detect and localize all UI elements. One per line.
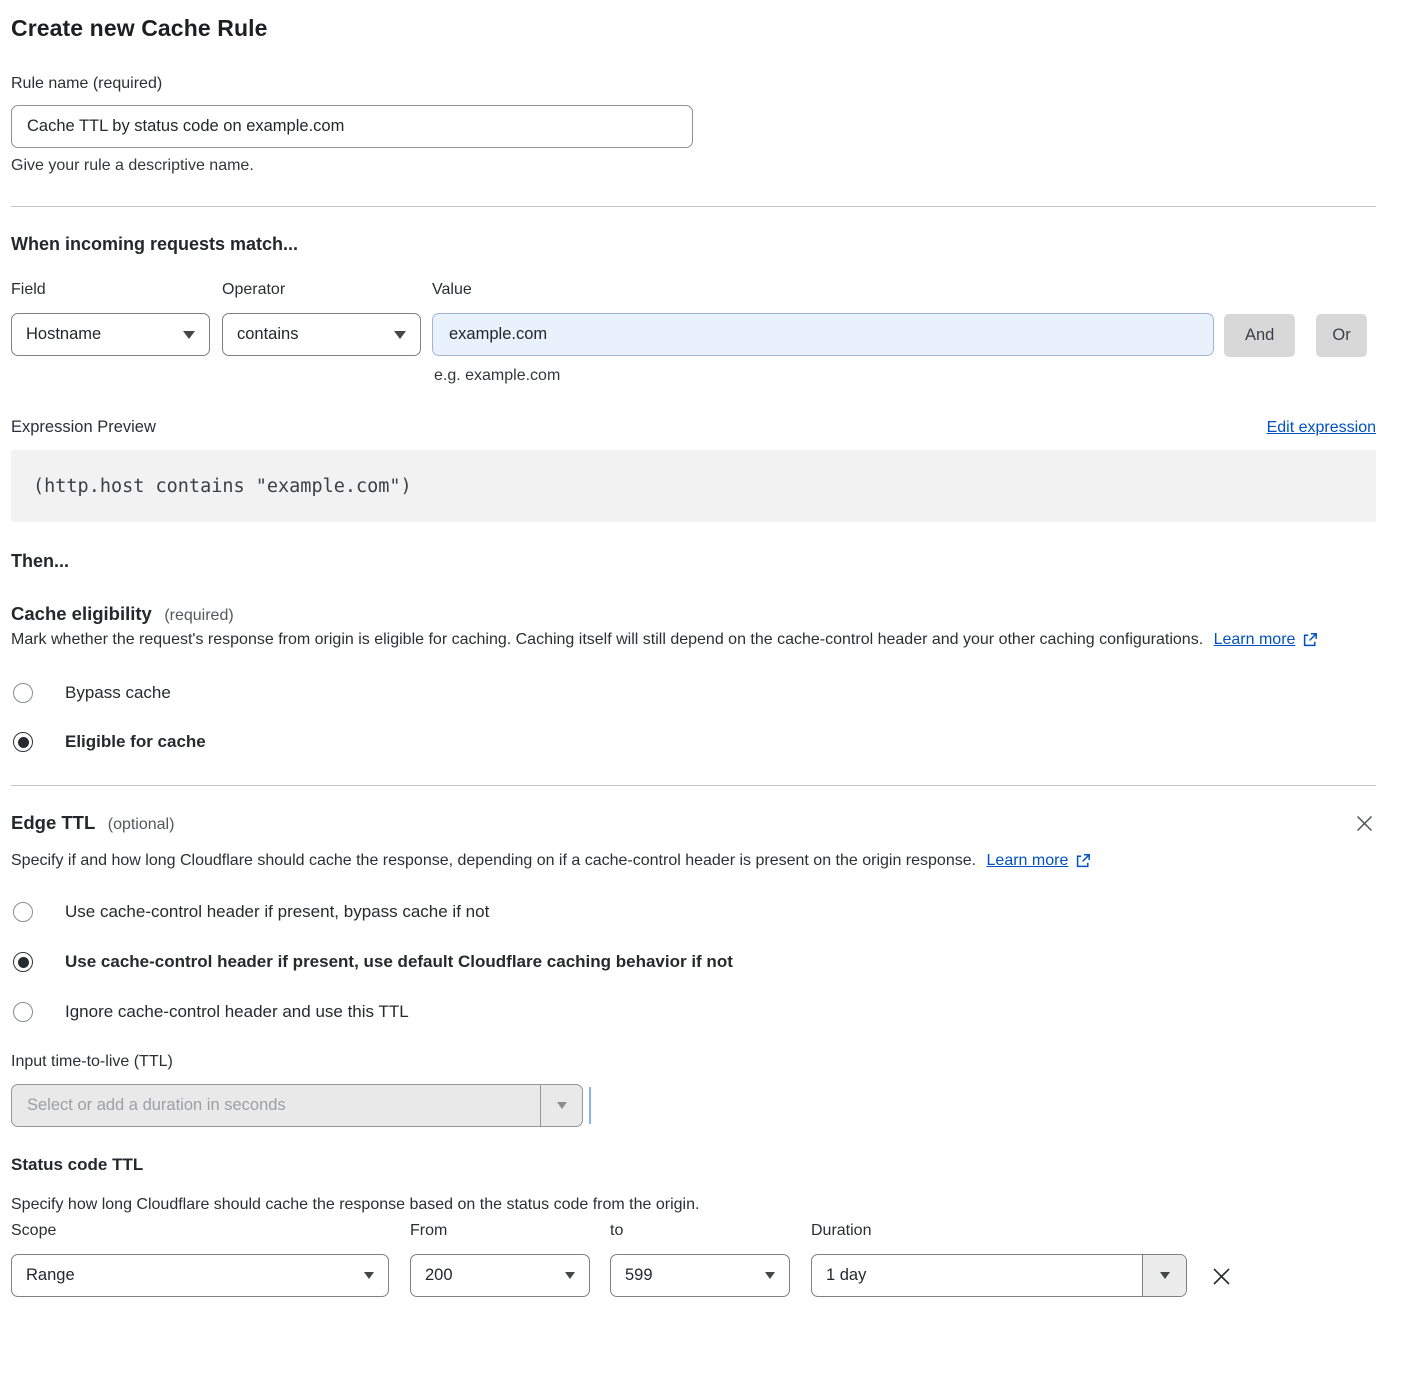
radio-label: Use cache-control header if present, byp…: [65, 902, 489, 922]
scope-label: Scope: [11, 1222, 389, 1240]
section-divider: [11, 785, 1376, 786]
operator-select[interactable]: contains: [222, 313, 421, 356]
cache-eligibility-description: Mark whether the request's response from…: [11, 631, 1203, 648]
from-select[interactable]: 200: [410, 1254, 590, 1297]
field-select[interactable]: Hostname: [11, 313, 210, 356]
ttl-duration-placeholder: Select or add a duration in seconds: [12, 1085, 540, 1126]
duration-select[interactable]: 1 day: [811, 1254, 1187, 1297]
to-select[interactable]: 599: [610, 1254, 790, 1297]
edge-ttl-qualifier: (optional): [108, 816, 175, 833]
scope-select-value: Range: [26, 1266, 75, 1285]
scope-select[interactable]: Range: [11, 1254, 389, 1297]
expression-code-block: (http.host contains "example.com"): [11, 450, 1376, 522]
edit-expression-link[interactable]: Edit expression: [1267, 419, 1376, 437]
to-label: to: [610, 1222, 790, 1240]
edge-ttl-learn-more-link[interactable]: Learn more: [987, 846, 1069, 875]
radio-icon: [13, 952, 33, 972]
chevron-down-icon[interactable]: [1142, 1255, 1186, 1296]
radio-label: Ignore cache-control header and use this…: [65, 1002, 409, 1022]
radio-label: Eligible for cache: [65, 732, 206, 752]
ttl-input-label: Input time-to-live (TTL): [11, 1053, 173, 1070]
expression-code: (http.host contains "example.com"): [33, 476, 412, 497]
duration-select-value: 1 day: [812, 1255, 1142, 1296]
rule-name-input[interactable]: [11, 105, 693, 148]
text-cursor: [589, 1087, 591, 1124]
from-label: From: [410, 1222, 590, 1240]
radio-use-header-default[interactable]: Use cache-control header if present, use…: [11, 952, 1376, 972]
value-label: Value: [432, 281, 1214, 299]
cache-eligibility-qualifier: (required): [164, 607, 233, 624]
chevron-down-icon: [394, 331, 406, 339]
duration-label: Duration: [811, 1222, 1187, 1240]
expression-preview-label: Expression Preview: [11, 418, 156, 437]
status-code-ttl-heading: Status code TTL: [11, 1155, 1376, 1175]
operator-label: Operator: [222, 281, 421, 299]
then-heading: Then...: [11, 551, 1376, 572]
chevron-down-icon[interactable]: [540, 1085, 582, 1126]
close-icon: [1211, 1266, 1232, 1287]
chevron-down-icon: [765, 1272, 775, 1279]
edge-ttl-heading: Edge TTL: [11, 812, 95, 833]
radio-icon: [13, 902, 33, 922]
field-label: Field: [11, 281, 210, 299]
radio-use-header-bypass[interactable]: Use cache-control header if present, byp…: [11, 902, 1376, 922]
chevron-down-icon: [364, 1272, 374, 1279]
operator-select-value: contains: [237, 325, 298, 344]
cache-eligibility-learn-more-link[interactable]: Learn more: [1214, 625, 1296, 654]
value-input[interactable]: [432, 313, 1214, 356]
section-divider: [11, 206, 1376, 207]
chevron-down-icon: [183, 331, 195, 339]
radio-icon: [13, 732, 33, 752]
edge-ttl-description: Specify if and how long Cloudflare shoul…: [11, 852, 976, 869]
from-select-value: 200: [425, 1266, 453, 1285]
and-button[interactable]: And: [1224, 314, 1295, 357]
field-select-value: Hostname: [26, 325, 101, 344]
rule-name-label: Rule name (required): [11, 75, 162, 92]
to-select-value: 599: [625, 1266, 653, 1285]
value-helper: e.g. example.com: [432, 367, 1214, 385]
page-title: Create new Cache Rule: [11, 15, 1376, 42]
status-code-row-remove-button[interactable]: [1209, 1255, 1234, 1298]
external-link-icon: [1075, 853, 1091, 869]
status-code-ttl-description: Specify how long Cloudflare should cache…: [11, 1190, 1376, 1219]
cache-eligibility-heading: Cache eligibility: [11, 603, 152, 624]
ttl-duration-select[interactable]: Select or add a duration in seconds: [11, 1084, 583, 1127]
radio-icon: [13, 1002, 33, 1022]
match-heading: When incoming requests match...: [11, 234, 1376, 255]
radio-icon: [13, 683, 33, 703]
radio-label: Use cache-control header if present, use…: [65, 952, 733, 972]
edge-ttl-close-button[interactable]: [1353, 812, 1376, 835]
or-button[interactable]: Or: [1316, 314, 1366, 357]
radio-label: Bypass cache: [65, 683, 171, 703]
radio-ignore-header-ttl[interactable]: Ignore cache-control header and use this…: [11, 1002, 1376, 1022]
radio-eligible-for-cache[interactable]: Eligible for cache: [11, 732, 1376, 752]
radio-bypass-cache[interactable]: Bypass cache: [11, 683, 1376, 703]
external-link-icon: [1302, 632, 1318, 648]
chevron-down-icon: [565, 1272, 575, 1279]
rule-name-helper: Give your rule a descriptive name.: [11, 157, 1376, 175]
close-icon: [1355, 814, 1374, 833]
